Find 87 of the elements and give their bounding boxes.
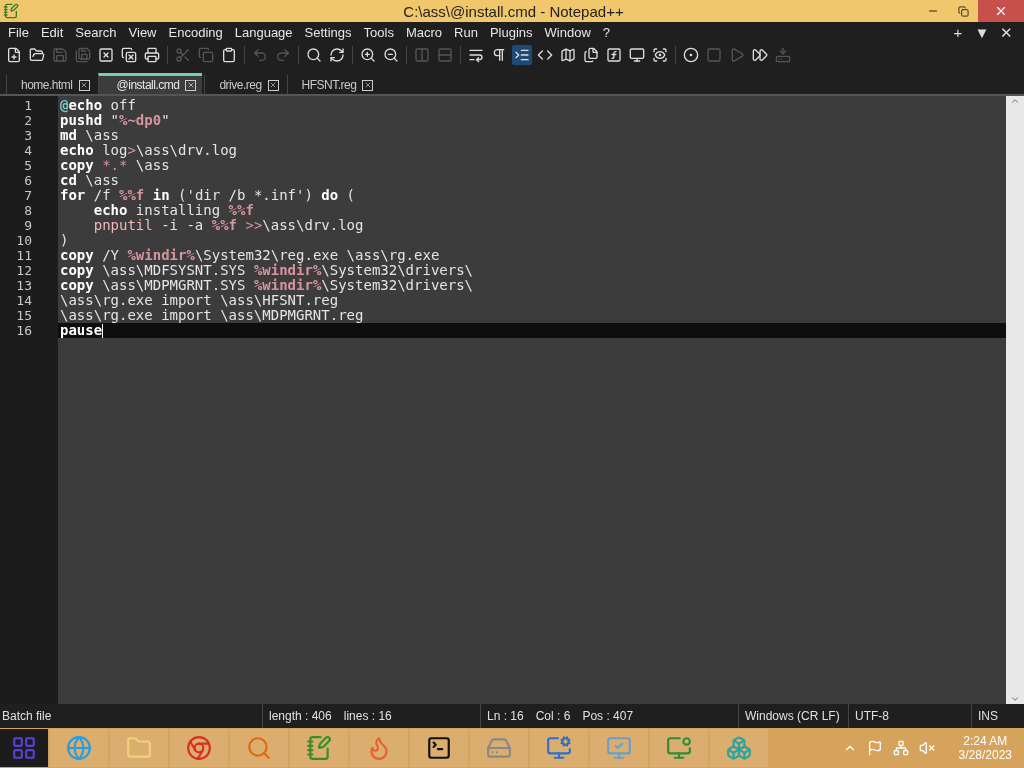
terminal-icon xyxy=(426,735,452,761)
line-number: 6 xyxy=(24,173,32,188)
code-line: for /f %%f in ('dir /b *.inf') do ( xyxy=(59,188,357,203)
scrollbar[interactable] xyxy=(1006,96,1024,704)
code-line: copy \ass\MDPMGRNT.SYS %windir%\System32\drivers\ xyxy=(59,278,475,293)
line-label: Ln : 16 xyxy=(487,709,524,723)
close-button[interactable] xyxy=(978,0,1024,22)
close-icon xyxy=(994,4,1008,18)
insert-mode-label: INS xyxy=(978,709,998,723)
scroll-up-icon[interactable] xyxy=(1010,96,1020,106)
line-number: 14 xyxy=(16,293,32,308)
code-line: copy /Y %windir%\System32\reg.exe \ass\rg.exe xyxy=(59,248,441,263)
line-number: 1 xyxy=(24,98,32,113)
code-line: pnputil -i -a %%f >>\ass\drv.log xyxy=(92,218,365,233)
lines-label: lines : 16 xyxy=(343,709,392,723)
browser-icon xyxy=(186,735,212,761)
line-number: 11 xyxy=(16,248,32,263)
code-line: \ass\rg.exe import \ass\HFSNT.reg xyxy=(59,293,339,308)
code-line: echo log>\ass\drv.log xyxy=(59,143,239,158)
length-label: length : 406 xyxy=(269,709,332,723)
menu-button[interactable]: ▼ xyxy=(974,23,990,42)
network-icon[interactable] xyxy=(892,740,909,756)
menu-button[interactable]: + xyxy=(950,23,966,42)
indent-icon[interactable] xyxy=(512,44,532,65)
line-number: 4 xyxy=(24,143,32,158)
flag-icon[interactable] xyxy=(866,740,883,756)
close-icon[interactable] xyxy=(185,79,197,91)
line-number: 3 xyxy=(24,128,32,143)
line-number: 8 xyxy=(24,203,32,218)
notepad-icon xyxy=(306,735,332,761)
language-label: Batch file xyxy=(2,709,52,723)
monitor-gear-icon xyxy=(546,735,572,761)
code-line: pushd "%~dp0" xyxy=(59,113,171,128)
clock-time: 2:24 AM xyxy=(963,734,1008,748)
menu-item[interactable]: Language xyxy=(228,25,299,40)
menu-item[interactable]: Encoding xyxy=(162,25,229,40)
app-icon xyxy=(3,3,19,19)
code-line: cd \ass xyxy=(59,173,120,188)
clock-date: 3/28/2023 xyxy=(958,748,1012,762)
code-line: ) xyxy=(59,233,70,248)
menu-item[interactable]: Run xyxy=(448,25,484,40)
magnifier-icon xyxy=(246,735,272,761)
line-number: 15 xyxy=(16,308,32,323)
restore-icon xyxy=(957,5,969,17)
close-icon[interactable] xyxy=(78,79,90,91)
line-number: 12 xyxy=(16,263,32,278)
cubes-icon xyxy=(726,735,752,761)
line-number: 7 xyxy=(24,188,32,203)
file-tab[interactable]: @install.cmd xyxy=(97,73,203,94)
code-line: copy \ass\MDFSYSNT.SYS %windir%\System32\drivers\ xyxy=(59,263,475,278)
close-icon[interactable] xyxy=(267,79,279,91)
line-ending-label: Windows (CR LF) xyxy=(745,709,840,723)
mute-icon[interactable] xyxy=(918,740,935,756)
menu-item[interactable]: Edit xyxy=(34,25,70,40)
code-line: copy *.* \ass xyxy=(59,158,170,173)
position-label: Pos : 407 xyxy=(582,709,634,723)
menu-item[interactable]: Settings xyxy=(298,25,358,40)
windows-logo-icon xyxy=(11,735,37,761)
column-label: Col : 6 xyxy=(535,709,571,723)
menu-item[interactable]: ? xyxy=(596,25,617,40)
code-line: @echo off xyxy=(59,98,137,113)
line-number: 10 xyxy=(16,233,32,248)
menu-item[interactable]: Tools xyxy=(357,25,400,40)
code-line: \ass\rg.exe import \ass\MDPMGRNT.reg xyxy=(59,308,365,323)
line-number: 13 xyxy=(16,278,32,293)
code-line: md \ass xyxy=(59,128,119,143)
line-number: 2 xyxy=(24,113,32,128)
menu-item[interactable]: Search xyxy=(69,25,123,40)
line-number: 16 xyxy=(16,323,32,338)
menu-item[interactable]: Plugins xyxy=(483,25,539,40)
scroll-down-icon[interactable] xyxy=(1010,694,1020,704)
folder-icon xyxy=(126,735,152,761)
globe-icon xyxy=(66,735,92,761)
monitor-icon xyxy=(666,735,692,761)
code-line: echo installing %%f xyxy=(92,203,255,218)
monitor-icon xyxy=(606,735,632,761)
close-icon[interactable] xyxy=(362,79,374,91)
menu-button[interactable]: ✕ xyxy=(998,23,1014,42)
taskbar-button[interactable] xyxy=(410,729,468,767)
encoding-label: UTF-8 xyxy=(855,709,889,723)
window-title: C:\ass\@install.cmd - Notepad++ xyxy=(402,2,625,20)
menu-item[interactable]: Window xyxy=(538,25,597,40)
menu-item[interactable]: View xyxy=(122,25,163,40)
menu-item[interactable]: Macro xyxy=(399,25,449,40)
line-number: 5 xyxy=(24,158,32,173)
line-number: 9 xyxy=(24,218,32,233)
menu-item[interactable]: File xyxy=(2,25,35,40)
